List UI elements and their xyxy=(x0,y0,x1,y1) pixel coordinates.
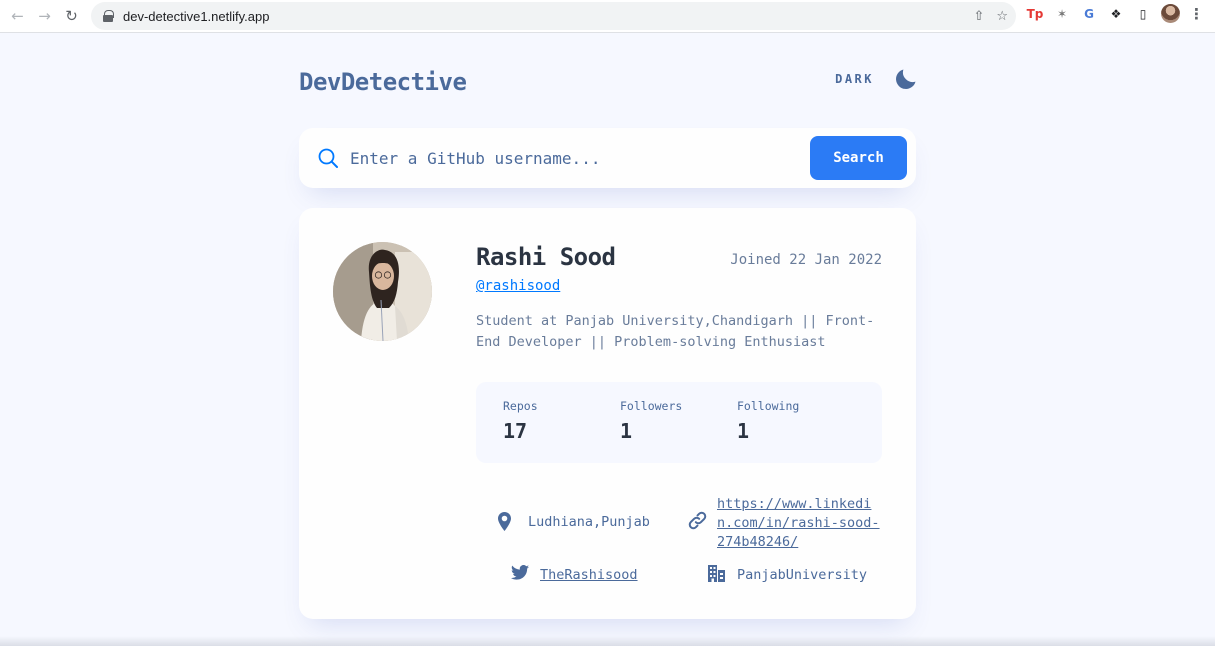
avatar xyxy=(333,242,432,341)
company-info: PanjabUniversity xyxy=(708,565,867,583)
stat-following: Following 1 xyxy=(737,399,799,443)
stat-followers: Followers 1 xyxy=(620,399,682,443)
side-panel-icon[interactable]: ▯ xyxy=(1134,5,1152,23)
extensions-puzzle-icon[interactable]: ❖ xyxy=(1107,5,1125,23)
app-logo: DevDetective xyxy=(299,68,467,96)
stat-repos: Repos 17 xyxy=(503,399,538,443)
stat-repos-value: 17 xyxy=(503,419,528,443)
browser-toolbar: ← → ↻ dev-detective1.netlify.app ⇧ ☆ Tp … xyxy=(0,0,1215,33)
link-icon xyxy=(688,511,707,530)
search-button[interactable]: Search xyxy=(810,136,907,180)
twitter-info: TheRashisood xyxy=(511,565,638,583)
profile-name: Rashi Sood xyxy=(476,243,616,271)
profile-card: Rashi Sood Joined 22 Jan 2022 @rashisood… xyxy=(299,208,916,619)
search-input[interactable] xyxy=(350,140,790,176)
company-icon xyxy=(708,565,725,582)
star-icon[interactable]: ☆ xyxy=(996,9,1008,24)
window-bottom-shadow xyxy=(0,636,1215,646)
back-arrow-icon[interactable]: ← xyxy=(4,3,31,30)
location-icon xyxy=(498,512,511,531)
stat-followers-value: 1 xyxy=(620,419,633,443)
theme-toggle[interactable]: DARK xyxy=(835,69,916,89)
address-bar[interactable]: dev-detective1.netlify.app ⇧ ☆ xyxy=(91,2,1016,30)
profile-bio: Student at Panjab University,Chandigarh … xyxy=(476,313,875,350)
search-icon xyxy=(318,148,338,168)
theme-toggle-label[interactable]: DARK xyxy=(835,72,874,86)
stat-following-value: 1 xyxy=(737,419,750,443)
forward-arrow-icon[interactable]: → xyxy=(31,3,58,30)
browser-profile-avatar[interactable] xyxy=(1161,4,1180,23)
joined-date: Joined 22 Jan 2022 xyxy=(730,252,882,268)
website-info: https://www.linkedin.com/in/rashi-sood-2… xyxy=(688,495,887,552)
company-text: PanjabUniversity xyxy=(737,567,868,583)
browser-menu-icon[interactable]: ⋮ xyxy=(1189,5,1204,23)
search-bar: Search xyxy=(299,128,916,188)
extension-bug-icon[interactable]: ✶ xyxy=(1053,5,1071,23)
stat-repos-label: Repos xyxy=(503,399,538,413)
location-info: Ludhiana,Punjab xyxy=(498,512,650,531)
lock-icon[interactable] xyxy=(103,10,114,22)
reload-icon[interactable]: ↻ xyxy=(58,3,85,30)
stats-panel: Repos 17 Followers 1 Following 1 xyxy=(476,382,882,463)
stat-following-label: Following xyxy=(737,399,800,413)
profile-username-link[interactable]: @rashisood xyxy=(476,278,560,294)
extension-translate-icon[interactable]: G xyxy=(1080,5,1098,23)
share-icon[interactable]: ⇧ xyxy=(973,9,984,24)
extension-tp-icon[interactable]: Tp xyxy=(1026,5,1044,23)
website-link[interactable]: https://www.linkedin.com/in/rashi-sood-2… xyxy=(717,495,887,552)
url-text[interactable]: dev-detective1.netlify.app xyxy=(123,9,269,24)
stat-followers-label: Followers xyxy=(620,399,683,413)
moon-icon[interactable] xyxy=(896,69,916,89)
location-text: Ludhiana,Punjab xyxy=(528,514,650,530)
twitter-link[interactable]: TheRashisood xyxy=(540,567,638,583)
twitter-icon xyxy=(511,565,529,580)
